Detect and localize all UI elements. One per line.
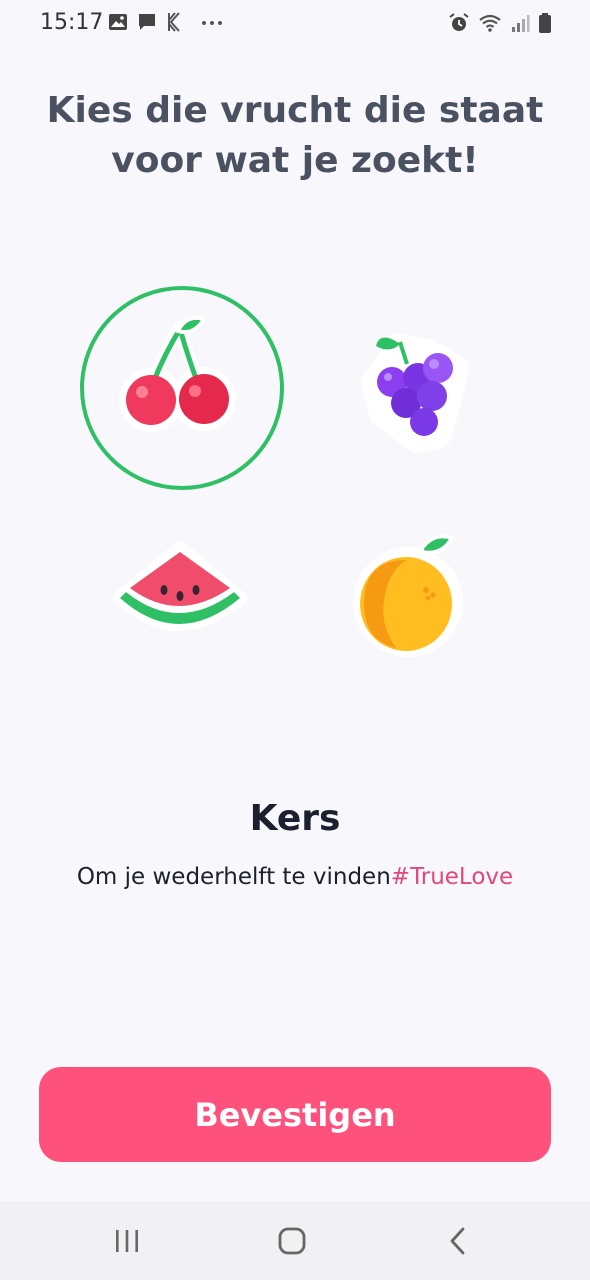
app-k-icon — [166, 12, 182, 37]
status-bar: 15:17 — [0, 0, 590, 48]
page-title: Kies die vrucht die staat voor wat je zo… — [46, 90, 544, 181]
hashtag-text: #TrueLove — [390, 864, 514, 890]
message-icon — [137, 12, 157, 37]
description-text: Om je wederhelft te vinden — [76, 864, 391, 890]
recent-apps-icon[interactable] — [97, 1221, 157, 1261]
grapes-icon — [361, 333, 469, 453]
alarm-icon — [448, 12, 470, 39]
more-dots-icon — [200, 12, 224, 37]
home-icon[interactable] — [262, 1221, 322, 1261]
image-icon — [108, 12, 128, 37]
status-time: 15:17 — [40, 10, 104, 35]
selected-fruit-name: Kers — [249, 798, 341, 839]
watermelon-icon — [113, 541, 247, 631]
signal-icon — [510, 13, 530, 38]
fruit-option-grapes[interactable] — [310, 286, 510, 486]
fruit-option-watermelon[interactable] — [80, 500, 280, 700]
fruit-option-peach[interactable] — [310, 500, 510, 700]
navigation-bar — [0, 1201, 590, 1280]
selected-fruit-description: Om je wederhelft te vinden#TrueLove — [0, 864, 590, 890]
battery-icon — [538, 12, 552, 39]
wifi-icon — [478, 13, 502, 38]
fruit-option-cherry[interactable] — [80, 286, 284, 490]
confirm-button[interactable]: Bevestigen — [39, 1067, 551, 1162]
cherry-icon — [119, 315, 236, 432]
peach-icon — [353, 534, 463, 657]
back-icon[interactable] — [428, 1221, 488, 1261]
